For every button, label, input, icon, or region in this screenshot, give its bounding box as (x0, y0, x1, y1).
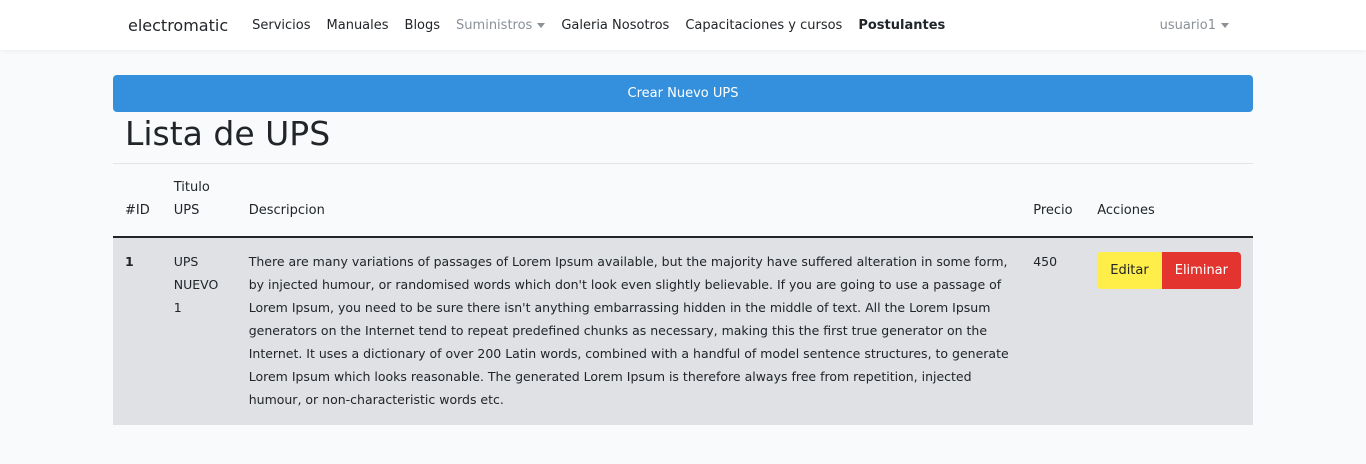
edit-button[interactable]: Editar (1097, 252, 1162, 289)
user-menu-dropdown[interactable]: usuario1 (1160, 18, 1229, 33)
create-ups-button[interactable]: Crear Nuevo UPS (113, 75, 1253, 112)
nav-link-blogs[interactable]: Blogs (405, 18, 441, 33)
header-description: Descripcion (236, 164, 1022, 238)
nav-dropdown-suministros-label: Suministros (456, 17, 533, 33)
nav-link-galeria-nosotros[interactable]: Galeria Nosotros (561, 18, 669, 33)
nav-link-manuales[interactable]: Manuales (327, 18, 389, 33)
caret-down-icon (537, 22, 546, 28)
action-buttons: Editar Eliminar (1097, 252, 1241, 289)
header-price: Precio (1021, 164, 1086, 238)
table-row: 1 UPS NUEVO 1 There are many variations … (113, 237, 1253, 425)
table-header-row: #ID Titulo UPS Descripcion Precio Accion… (113, 164, 1253, 238)
ups-table: #ID Titulo UPS Descripcion Precio Accion… (113, 164, 1253, 425)
nav-link-capacitaciones[interactable]: Capacitaciones y cursos (685, 18, 842, 33)
header-title: Titulo UPS (161, 164, 237, 238)
nav-dropdown-suministros[interactable]: Suministros (456, 17, 546, 33)
navbar-inner: electromatic Servicios Manuales Blogs Su… (113, 0, 1253, 50)
navbar: electromatic Servicios Manuales Blogs Su… (0, 0, 1366, 50)
main-container: Crear Nuevo UPS Lista de UPS #ID Titulo … (113, 50, 1253, 425)
delete-button[interactable]: Eliminar (1161, 252, 1241, 289)
row-description: There are many variations of passages of… (236, 237, 1022, 425)
brand-logo[interactable]: electromatic (128, 16, 228, 35)
row-price: 450 (1021, 237, 1086, 425)
row-actions: Editar Eliminar (1085, 237, 1253, 425)
header-id: #ID (113, 164, 162, 238)
row-id: 1 (113, 237, 162, 425)
page-title: Lista de UPS (113, 114, 1253, 164)
nav-link-postulantes[interactable]: Postulantes (858, 18, 945, 33)
user-menu-label: usuario1 (1159, 17, 1216, 33)
nav-link-servicios[interactable]: Servicios (252, 18, 310, 33)
nav-links: Servicios Manuales Blogs Suministros Gal… (252, 18, 961, 33)
row-title: UPS NUEVO 1 (161, 237, 237, 425)
caret-down-icon (1221, 22, 1229, 28)
header-actions: Acciones (1085, 164, 1253, 238)
